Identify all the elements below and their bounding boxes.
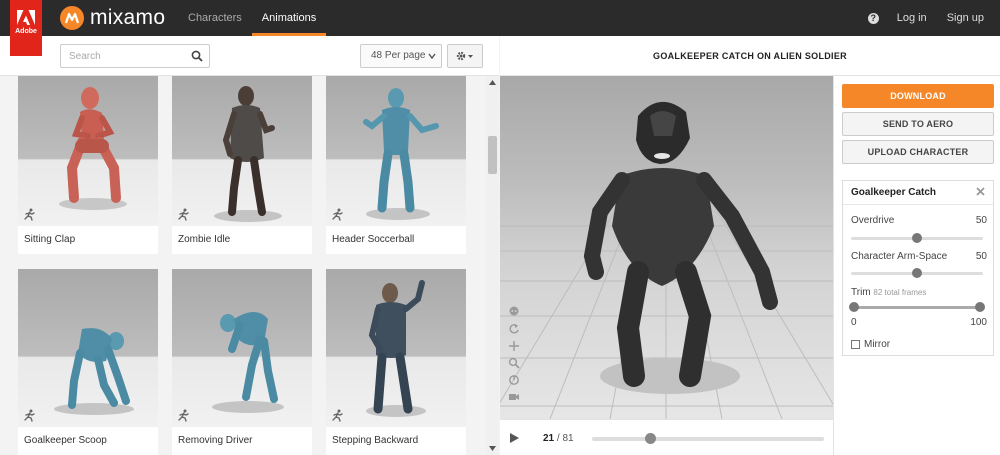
account-nav: ? Log in Sign up — [867, 0, 984, 36]
running-man-icon — [178, 208, 189, 221]
animation-card[interactable]: Zombie Idle — [172, 76, 312, 254]
download-button[interactable]: DOWNLOAD — [842, 84, 994, 108]
animation-thumbnail — [326, 269, 466, 427]
top-navigation-bar: mixamo Characters Animations ? Log in Si… — [0, 0, 1000, 36]
animation-name: Sitting Clap — [24, 234, 76, 245]
action-panel: DOWNLOAD SEND TO AERO UPLOAD CHARACTER G… — [833, 76, 1000, 455]
animation-card[interactable]: Removing Driver — [172, 269, 312, 455]
tab-animations[interactable]: Animations — [251, 0, 327, 36]
viewport-toolbar — [508, 306, 520, 403]
per-page-select[interactable]: 48 Per page — [360, 44, 442, 68]
mirror-label: Mirror — [864, 339, 891, 350]
trim-max: 100 — [970, 317, 987, 328]
frame-counter: 21 / 81 — [543, 433, 574, 444]
main-nav: Characters Animations — [178, 0, 327, 36]
mixamo-logo[interactable]: mixamo — [60, 6, 165, 30]
current-frame: 21 — [543, 433, 555, 444]
settings-title: Goalkeeper Catch — [843, 181, 993, 205]
animation-name: Removing Driver — [178, 435, 253, 446]
animation-name: Stepping Backward — [332, 435, 419, 446]
trim-row: Trim 82 total frames — [851, 287, 987, 298]
browser-toolbar: 48 Per page — [0, 36, 499, 76]
arm-space-value: 50 — [975, 251, 987, 262]
animation-name: Header Soccerball — [332, 234, 415, 245]
overdrive-slider[interactable] — [851, 233, 983, 243]
running-man-icon — [332, 208, 343, 221]
search-input[interactable] — [61, 45, 179, 67]
search-icon[interactable] — [191, 50, 203, 65]
animation-name: Zombie Idle — [178, 234, 231, 245]
login-link[interactable]: Log in — [897, 12, 927, 24]
search-box — [60, 44, 210, 68]
trim-range: 0 100 — [851, 317, 987, 328]
running-man-icon — [178, 409, 189, 422]
overdrive-slider-handle[interactable] — [912, 233, 922, 243]
arm-space-label: Character Arm-Space — [851, 251, 948, 262]
trim-end-handle[interactable] — [975, 302, 985, 312]
per-page-value: 48 Per page — [371, 50, 426, 61]
running-man-icon — [332, 409, 343, 422]
animation-card[interactable]: Stepping Backward — [326, 269, 466, 455]
animation-settings: Goalkeeper Catch Overdrive 50 Character … — [842, 180, 994, 356]
running-man-icon — [24, 208, 35, 221]
close-icon[interactable] — [976, 187, 985, 196]
adobe-logo[interactable]: Adobe — [10, 0, 42, 56]
animation-grid: Sitting Clap Zombie Idle Header Soccerba… — [0, 76, 486, 455]
mirror-checkbox[interactable] — [851, 340, 860, 349]
zoom-icon[interactable] — [508, 357, 520, 369]
viewer-title: GOALKEEPER CATCH ON ALIEN SOLDIER — [500, 36, 1000, 76]
overdrive-row: Overdrive 50 — [851, 215, 987, 226]
trim-label: Trim — [851, 287, 871, 298]
grid-scrollbar[interactable] — [486, 76, 499, 455]
trim-min: 0 — [851, 317, 857, 328]
signup-link[interactable]: Sign up — [947, 12, 984, 24]
animation-thumbnail — [326, 76, 466, 226]
adobe-label: Adobe — [15, 28, 37, 35]
help-icon[interactable]: ? — [867, 12, 879, 24]
skull-icon[interactable] — [508, 306, 520, 318]
brand-name: mixamo — [90, 6, 166, 29]
overdrive-label: Overdrive — [851, 215, 895, 226]
animation-card[interactable]: Header Soccerball — [326, 76, 466, 254]
3d-viewport[interactable] — [500, 76, 833, 419]
animation-thumbnail — [18, 269, 158, 427]
trim-subtitle: 82 total frames — [873, 288, 927, 297]
playback-slider-handle[interactable] — [645, 433, 656, 444]
mirror-option[interactable]: Mirror — [851, 339, 890, 350]
trim-slider[interactable] — [849, 302, 985, 312]
scroll-down-icon[interactable] — [489, 446, 496, 451]
scroll-up-icon[interactable] — [489, 80, 496, 85]
move-icon[interactable] — [508, 340, 520, 352]
total-frames: / 81 — [556, 433, 574, 444]
rotate-icon[interactable] — [508, 323, 520, 335]
play-icon[interactable] — [509, 432, 520, 444]
animation-name: Goalkeeper Scoop — [24, 435, 107, 446]
mixamo-logo-icon — [60, 6, 84, 30]
playback-bar: 21 / 81 — [500, 419, 833, 455]
animation-card[interactable]: Sitting Clap — [18, 76, 158, 254]
animation-browser: 48 Per page Sitting Clap — [0, 36, 499, 455]
animation-thumbnail — [18, 76, 158, 226]
animation-thumbnail — [172, 76, 312, 226]
trim-start-handle[interactable] — [849, 302, 859, 312]
settings-dropdown-button[interactable] — [447, 44, 483, 68]
overdrive-value: 50 — [975, 215, 987, 226]
animation-thumbnail — [172, 269, 312, 427]
animation-card[interactable]: Goalkeeper Scoop — [18, 269, 158, 455]
playback-slider[interactable] — [592, 433, 824, 444]
send-to-aero-button[interactable]: SEND TO AERO — [842, 112, 994, 136]
adobe-icon — [17, 10, 35, 25]
chevron-down-icon — [428, 53, 436, 59]
arm-space-row: Character Arm-Space 50 — [851, 251, 987, 262]
upload-character-button[interactable]: UPLOAD CHARACTER — [842, 140, 994, 164]
tab-characters[interactable]: Characters — [178, 0, 252, 36]
arm-space-slider[interactable] — [851, 268, 983, 278]
reset-icon[interactable] — [508, 374, 520, 386]
scrollbar-thumb[interactable] — [488, 136, 497, 174]
arm-space-slider-handle[interactable] — [912, 268, 922, 278]
running-man-icon — [24, 409, 35, 422]
camera-icon[interactable] — [508, 391, 520, 403]
gear-icon — [456, 51, 473, 61]
